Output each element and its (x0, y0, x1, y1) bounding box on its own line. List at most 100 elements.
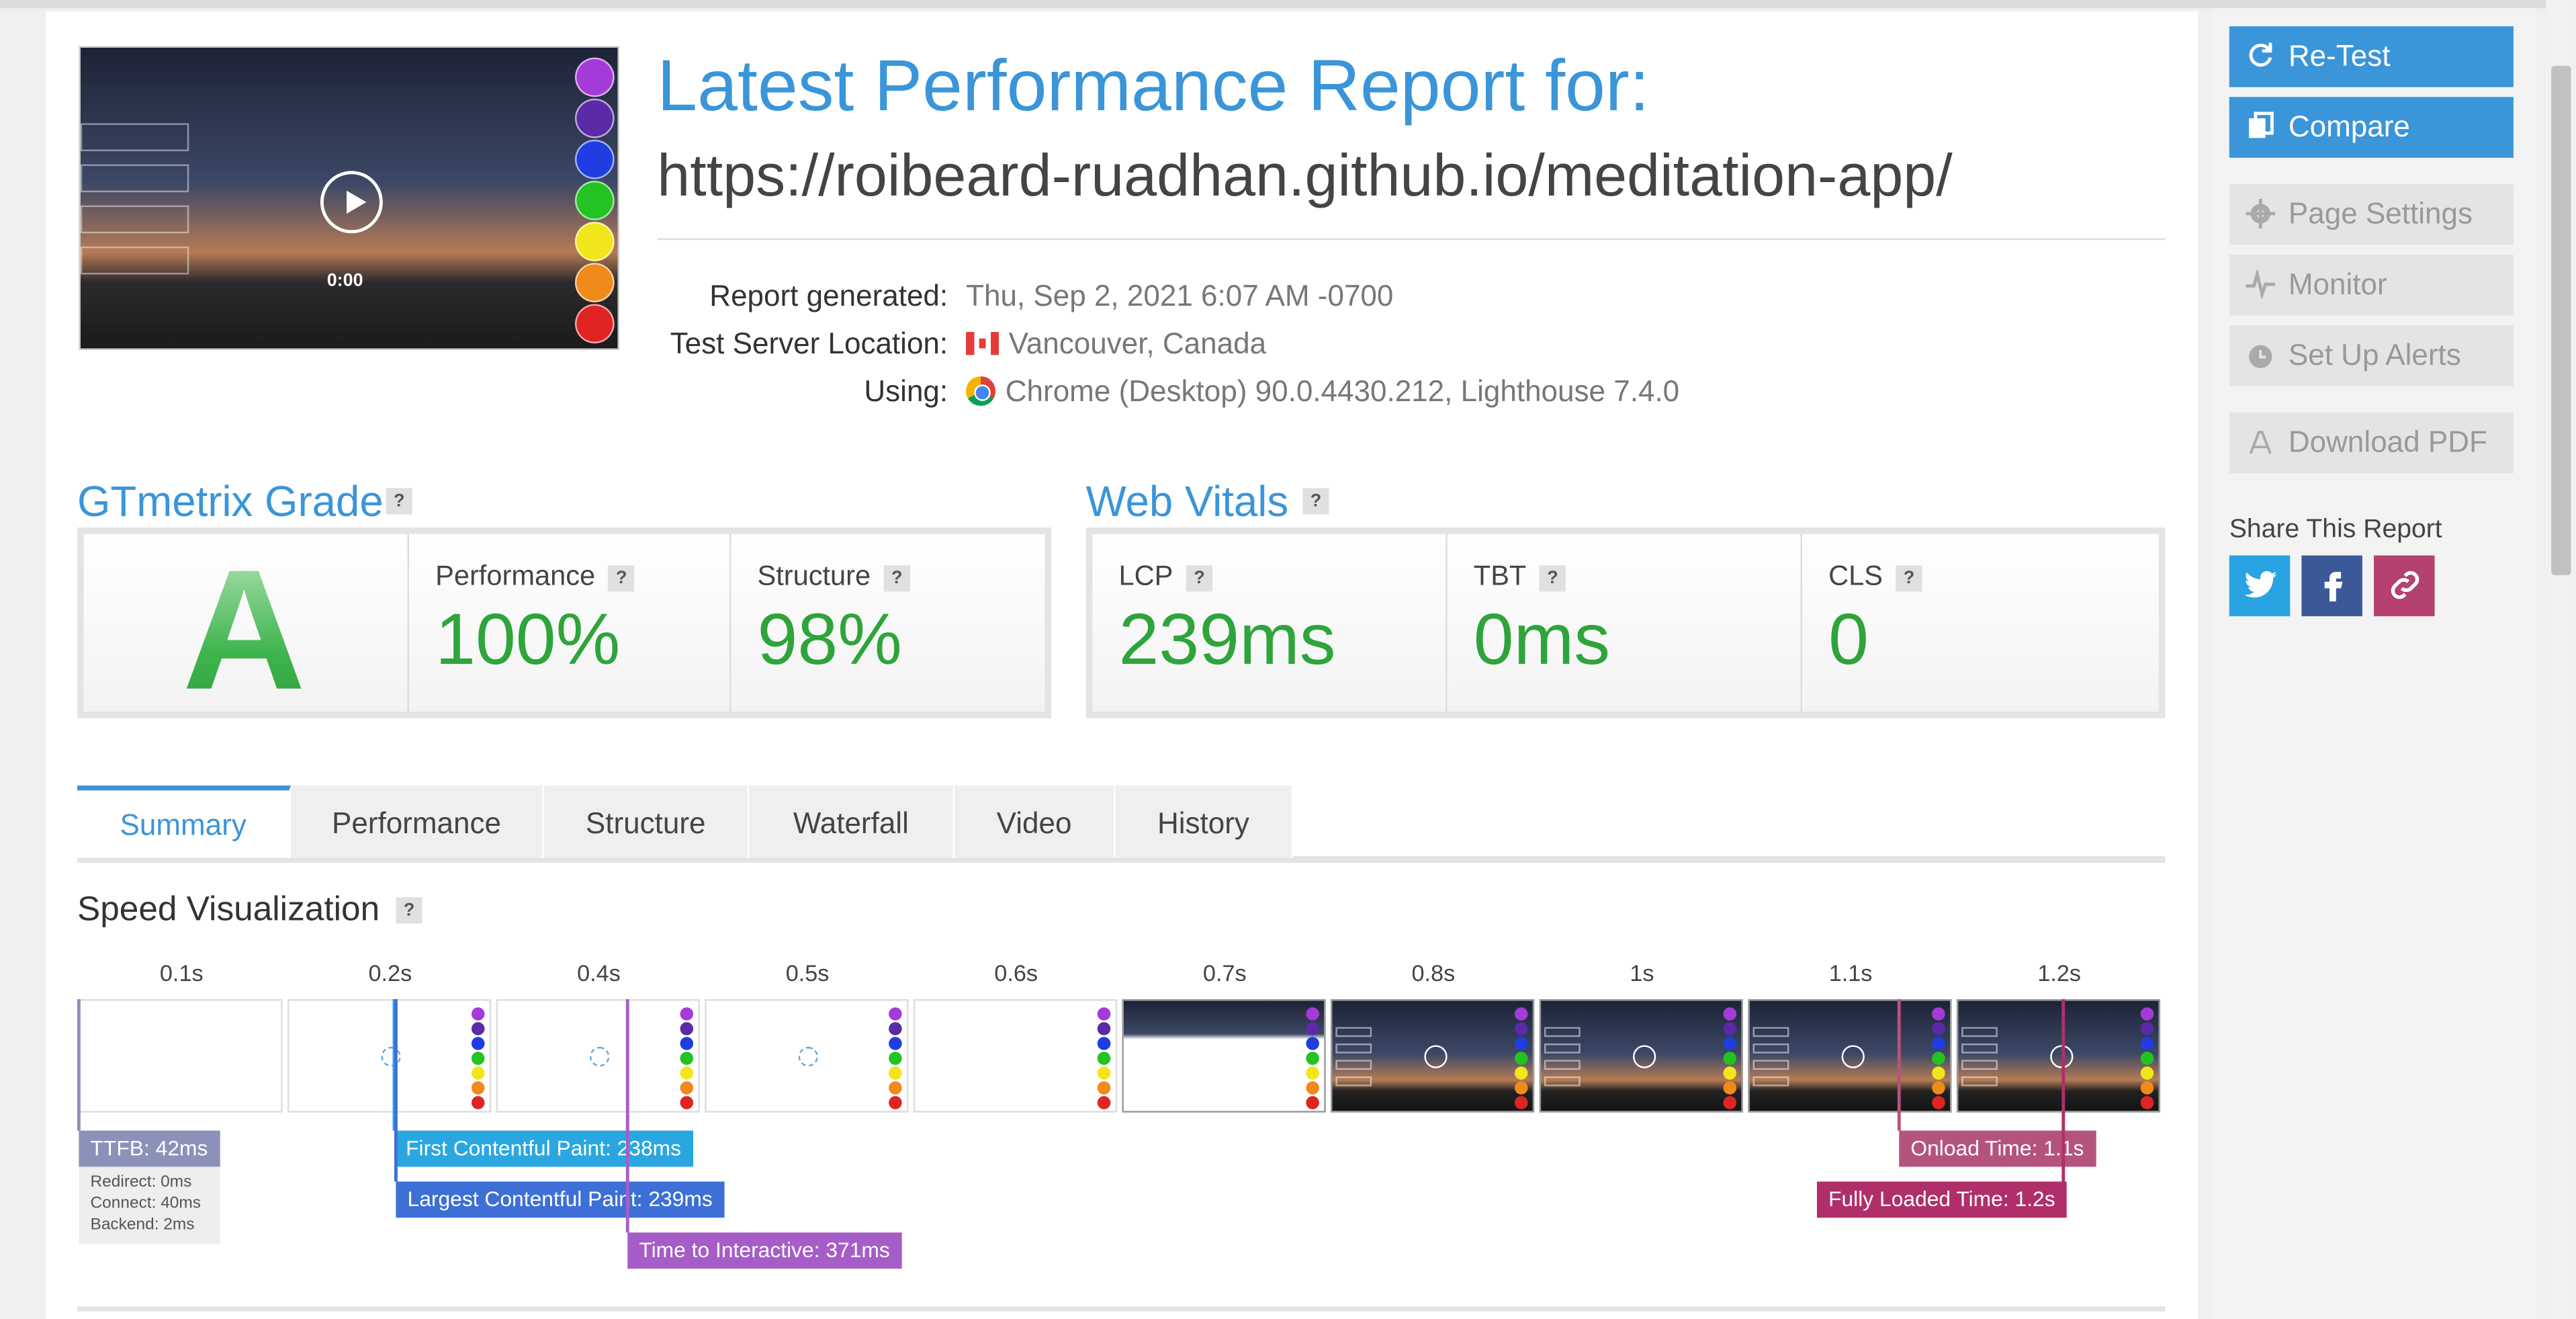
facebook-share-button[interactable] (2301, 555, 2362, 617)
monitor-button[interactable]: Monitor (2229, 255, 2514, 316)
fully-loaded-tag: Fully Loaded Time: 1.2s (1816, 1181, 2067, 1218)
compare-icon (2249, 112, 2274, 138)
compare-button[interactable]: Compare (2229, 97, 2514, 158)
fcp-tag: First Contentful Paint: 238ms (394, 1130, 693, 1167)
performance-help-icon[interactable]: ? (608, 565, 635, 592)
cls-value: 0 (1828, 599, 1869, 681)
chakra-icon (574, 222, 615, 261)
lcp-marker (394, 998, 398, 1182)
compare-label: Compare (2288, 110, 2410, 143)
tab-performance[interactable]: Performance (290, 785, 544, 858)
tab-structure[interactable]: Structure (543, 785, 750, 858)
chakra-dots (1097, 1007, 1111, 1111)
chrome-icon (966, 376, 996, 407)
scrollbar[interactable] (2546, 0, 2576, 1319)
thumb-option (80, 246, 189, 275)
scrollbar-thumb[interactable] (2551, 65, 2571, 575)
structure-help-icon[interactable]: ? (883, 565, 910, 592)
chakra-dots (471, 1007, 485, 1111)
server-location-label: Test Server Location: (670, 327, 948, 360)
ttfb-backend: Backend: 2ms (90, 1216, 195, 1234)
frame-time-label: 1.2s (2037, 960, 2082, 986)
share-title: Share This Report (2229, 515, 2442, 544)
report-title: Latest Performance Report for: (657, 46, 1650, 127)
gtmetrix-grade-panel: A Performance? 100% Structure? 98% (77, 527, 1052, 726)
report-url[interactable]: https://roibeard-ruadhan.github.io/medit… (657, 141, 1952, 210)
tbt-label: TBT? (1474, 560, 1566, 593)
structure-value: 98% (757, 599, 902, 681)
page-settings-label: Page Settings (2288, 197, 2473, 230)
download-pdf-button[interactable]: Download PDF (2229, 412, 2514, 474)
page-settings-button[interactable]: Page Settings (2229, 183, 2514, 245)
pulse-icon (2246, 269, 2276, 300)
filmstrip-frame[interactable] (1331, 998, 1535, 1113)
speed-help-icon[interactable]: ? (396, 897, 423, 924)
lcp-help-icon[interactable]: ? (1186, 565, 1213, 592)
thumb-option (80, 123, 189, 152)
frame-time-label: 0.1s (159, 960, 204, 986)
link-icon (2390, 570, 2418, 599)
web-vitals-title: Web Vitals ? (1086, 476, 1329, 527)
gear-icon (2246, 198, 2276, 228)
filmstrip-frame[interactable] (79, 998, 283, 1113)
retest-label: Re-Test (2288, 39, 2391, 73)
retest-button[interactable]: Re-Test (2229, 26, 2514, 87)
tab-video[interactable]: Video (954, 785, 1116, 858)
play-icon (320, 171, 383, 234)
structure-label-text: Structure (757, 560, 871, 592)
loading-spinner-icon (798, 1046, 818, 1067)
grade-letter: A (182, 534, 306, 730)
grade-help-icon[interactable]: ? (386, 488, 412, 515)
cls-label-text: CLS (1828, 560, 1883, 592)
filmstrip-frame[interactable] (496, 998, 700, 1113)
using-text: Chrome (Desktop) 90.0.4430.212, Lighthou… (1005, 374, 1680, 408)
thumb-time: 0:00 (326, 271, 363, 291)
filmstrip-frame[interactable] (1748, 998, 1952, 1113)
tab-history[interactable]: History (1115, 785, 1293, 858)
play-icon (1633, 1045, 1656, 1068)
performance-label: Performance? (435, 560, 635, 593)
filmstrip-frame[interactable] (913, 998, 1118, 1113)
facebook-icon (2323, 572, 2342, 602)
ttfb-tag: TTFB: 42ms (79, 1130, 220, 1167)
grade-cell: A (84, 534, 409, 726)
onload-tag: Onload Time: 1.1s (1899, 1130, 2096, 1167)
performance-label-text: Performance (435, 560, 596, 592)
gtmetrix-grade-label: GTmetrix Grade (77, 476, 384, 526)
cls-help-icon[interactable]: ? (1896, 565, 1922, 592)
twitter-share-button[interactable] (2229, 555, 2291, 617)
tbt-label-text: TBT (1473, 560, 1527, 592)
divider (657, 238, 2166, 241)
vitals-help-icon[interactable]: ? (1302, 488, 1329, 515)
frame-time-label: 0.7s (1202, 960, 1247, 986)
play-icon (1424, 1045, 1448, 1068)
refresh-icon (2249, 42, 2272, 67)
filmstrip-frame[interactable] (287, 998, 492, 1113)
frame-time-label: 0.6s (994, 960, 1038, 986)
filmstrip-frame[interactable] (1122, 998, 1326, 1113)
ttfb-breakdown: Redirect: 0ms Connect: 40ms Backend: 2ms (79, 1166, 220, 1244)
filmstrip-frame[interactable] (1956, 998, 2161, 1113)
lcp-label-text: LCP (1118, 560, 1173, 592)
filmstrip-frame[interactable] (705, 998, 909, 1113)
lcp-tag: Largest Contentful Paint: 239ms (396, 1181, 724, 1218)
thumb-option (80, 205, 189, 234)
play-icon (1841, 1045, 1865, 1068)
performance-cell: Performance? 100% (409, 534, 731, 712)
tab-summary[interactable]: Summary (77, 785, 291, 858)
lcp-label: LCP? (1119, 560, 1213, 593)
copy-link-button[interactable] (2374, 555, 2435, 617)
frame-time-label: 1.1s (1828, 960, 1873, 986)
filmstrip-frame[interactable] (1539, 998, 1743, 1113)
page-screenshot-thumbnail[interactable]: 0:00 (79, 46, 620, 350)
cls-cell: CLS? 0 (1802, 534, 2159, 712)
using-value: Chrome (Desktop) 90.0.4430.212, Lighthou… (966, 375, 1679, 409)
pdf-icon (2249, 431, 2272, 454)
loading-spinner-icon (381, 1046, 401, 1067)
set-up-alerts-button[interactable]: Set Up Alerts (2229, 325, 2514, 386)
frame-time-label: 0.4s (577, 960, 621, 986)
monitor-label: Monitor (2288, 267, 2387, 301)
tab-waterfall[interactable]: Waterfall (749, 785, 954, 858)
ttfb-connect: Connect: 40ms (90, 1195, 202, 1213)
tbt-help-icon[interactable]: ? (1539, 565, 1566, 592)
